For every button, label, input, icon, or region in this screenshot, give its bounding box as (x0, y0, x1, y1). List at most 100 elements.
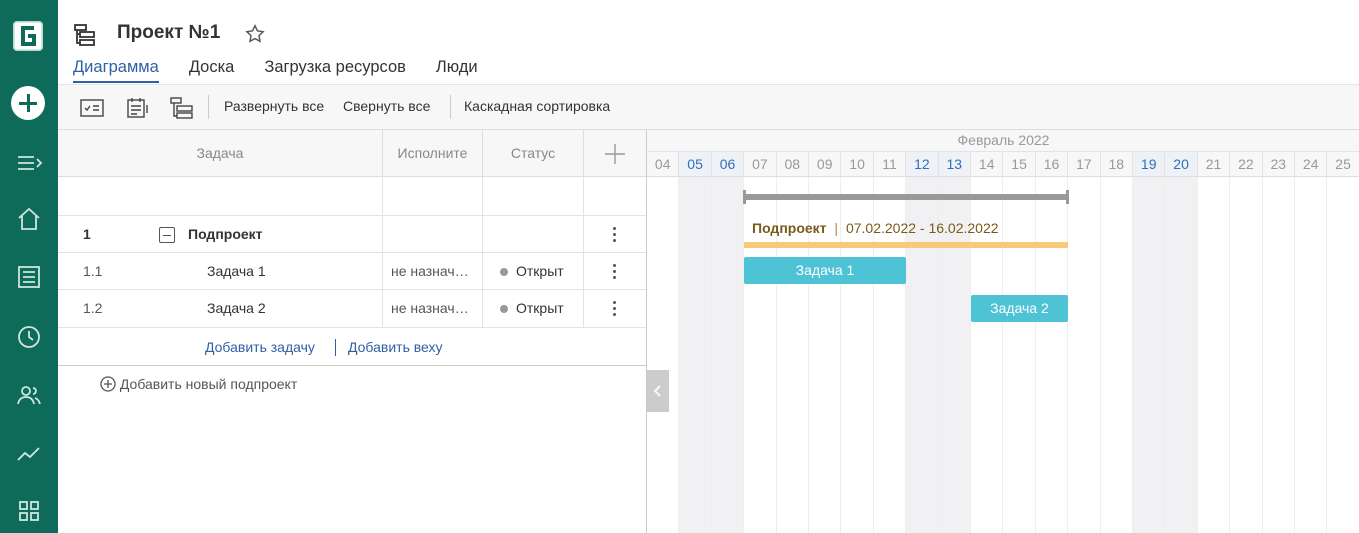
column-header-status[interactable]: Статус (483, 130, 584, 176)
create-button[interactable] (11, 86, 45, 120)
day-column (647, 177, 680, 533)
tab-resource-load[interactable]: Загрузка ресурсов (264, 58, 406, 83)
day-label: 07 (744, 152, 777, 176)
status-cell[interactable]: Открыт (483, 253, 584, 289)
day-label: 11 (874, 152, 907, 176)
add-subproject-button[interactable]: Добавить новый подпроект (100, 376, 297, 392)
add-subproject-label: Добавить новый подпроект (119, 376, 298, 392)
left-rail (0, 0, 58, 533)
day-label: 17 (1068, 152, 1101, 176)
assignee-cell[interactable]: не назнач… (383, 290, 483, 327)
add-circle-icon (100, 376, 116, 392)
day-label: 22 (1230, 152, 1263, 176)
row-menu-icon[interactable] (613, 301, 617, 319)
project-title[interactable]: Проект №1 (117, 22, 220, 44)
grid-header: Задача Исполните Статус (58, 130, 646, 177)
tab-diagram[interactable]: Диаграмма (73, 58, 159, 83)
link-divider (335, 339, 336, 356)
add-task-link[interactable]: Добавить задачу (205, 339, 315, 355)
day-column (1263, 177, 1295, 533)
assignee-cell[interactable] (383, 216, 483, 252)
gantt-chart: Февраль 2022 04 05 06 07 08 09 10 11 12 13 14 15 16 1… (646, 130, 1359, 533)
day-label: 24 (1295, 152, 1328, 176)
day-label: 18 (1101, 152, 1133, 176)
app-logo[interactable] (12, 20, 44, 52)
home-icon[interactable] (14, 204, 44, 234)
hierarchy-icon[interactable] (170, 97, 194, 119)
day-column (1068, 177, 1101, 533)
row-number: 1.2 (83, 300, 103, 316)
subproject-name: Подпроект (752, 220, 827, 236)
status-label: Открыт (516, 300, 564, 316)
subproject-bar-label: Подпроект | 07.02.2022 - 16.02.2022 (752, 220, 999, 236)
clock-icon[interactable] (14, 322, 44, 352)
subproject-dates: 07.02.2022 - 16.02.2022 (845, 220, 999, 236)
day-column (1230, 177, 1263, 533)
favorite-star-icon[interactable] (244, 23, 266, 50)
chevron-left-icon (653, 385, 661, 397)
project-icon (72, 22, 98, 53)
analytics-icon[interactable] (14, 438, 44, 468)
day-column (1036, 177, 1069, 533)
day-label: 13 (938, 152, 971, 176)
checklist-icon[interactable] (80, 97, 104, 119)
day-label: 12 (906, 152, 939, 176)
day-label: 25 (1327, 152, 1359, 176)
day-label: 05 (679, 152, 712, 176)
subproject-bar[interactable] (744, 242, 1068, 248)
project-summary-row (58, 177, 646, 216)
day-label: 21 (1198, 152, 1231, 176)
row-number: 1.1 (83, 263, 103, 279)
assignee-cell[interactable]: не назнач… (383, 253, 483, 289)
day-label: 20 (1165, 152, 1198, 176)
toolbar-divider (208, 95, 209, 119)
people-icon[interactable] (14, 380, 44, 410)
add-column-button[interactable] (584, 130, 646, 176)
collapse-grid-handle[interactable] (647, 370, 669, 412)
day-column (1003, 177, 1036, 533)
collapse-all-button[interactable]: Свернуть все (343, 98, 430, 114)
tab-board[interactable]: Доска (189, 58, 235, 83)
day-label: 06 (711, 152, 745, 176)
task-name[interactable]: Задача 1 (207, 253, 266, 289)
day-label: 16 (1036, 152, 1069, 176)
row-menu-icon[interactable] (613, 227, 617, 245)
calendar-task-icon[interactable] (126, 97, 150, 119)
expand-menu-icon[interactable] (14, 148, 44, 178)
header: Проект №1 Диаграмма Доска Загрузка ресур… (58, 0, 1359, 84)
column-header-task[interactable]: Задача (58, 130, 383, 176)
project-summary-bar[interactable] (743, 190, 1069, 204)
add-milestone-link[interactable]: Добавить веху (348, 339, 443, 355)
day-column (1198, 177, 1231, 533)
toolbar: Развернуть все Свернуть все Каскадная со… (58, 84, 1359, 130)
day-column (1295, 177, 1328, 533)
day-header: 04 05 06 07 08 09 10 11 12 13 14 15 16 17 18 19 20 21 22 23… (647, 152, 1359, 177)
apps-grid-icon[interactable] (14, 496, 44, 526)
status-cell[interactable] (483, 216, 584, 252)
task-name[interactable]: Задача 2 (207, 290, 266, 327)
cascade-sort-button[interactable]: Каскадная сортировка (464, 98, 610, 114)
day-column (1133, 177, 1166, 533)
tasks-list-icon[interactable] (14, 262, 44, 292)
column-header-assignee[interactable]: Исполните (383, 130, 483, 176)
day-label: 09 (809, 152, 842, 176)
tab-people[interactable]: Люди (436, 58, 478, 83)
task-2-bar[interactable]: Задача 2 (971, 295, 1068, 322)
row-number: 1 (83, 226, 91, 242)
view-tabs: Диаграмма Доска Загрузка ресурсов Люди (73, 58, 508, 83)
table-row[interactable]: 1.1 Задача 1 не назнач… Открыт (58, 253, 646, 290)
day-column (711, 177, 745, 533)
task-grid: Задача Исполните Статус 1 Подпроект 1.1 … (58, 130, 646, 533)
day-label: 15 (1003, 152, 1036, 176)
task-name[interactable]: Подпроект (188, 216, 263, 252)
expand-all-button[interactable]: Развернуть все (224, 98, 324, 114)
day-label: 19 (1133, 152, 1166, 176)
status-cell[interactable]: Открыт (483, 290, 584, 327)
day-label: 08 (777, 152, 809, 176)
collapse-toggle-icon[interactable] (159, 227, 175, 243)
table-row[interactable]: 1 Подпроект (58, 216, 646, 253)
status-dot-icon (500, 305, 508, 313)
row-menu-icon[interactable] (613, 264, 617, 282)
table-row[interactable]: 1.2 Задача 2 не назнач… Открыт (58, 290, 646, 328)
task-1-bar[interactable]: Задача 1 (744, 257, 906, 284)
